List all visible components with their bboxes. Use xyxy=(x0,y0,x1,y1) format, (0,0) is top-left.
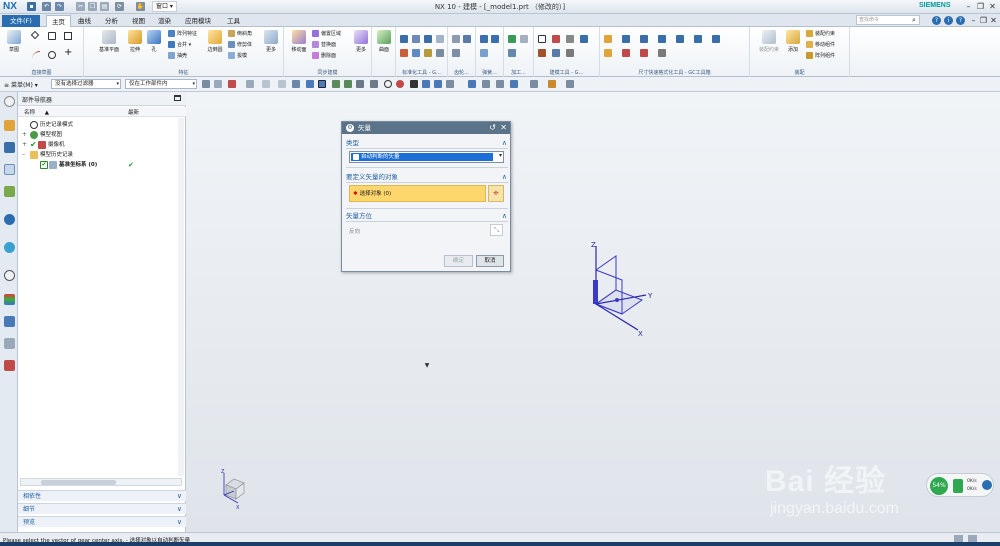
divider xyxy=(346,221,508,222)
datum-planes xyxy=(594,255,644,315)
cpu-percent-badge: 54% xyxy=(930,477,948,495)
section-object-label: 要定义矢量的对象 xyxy=(346,173,398,181)
chevron-down-icon[interactable]: ▾ xyxy=(499,152,502,159)
view-triad: Z X xyxy=(221,469,245,511)
cancel-button[interactable]: 取消 xyxy=(476,255,504,267)
select-object-field[interactable]: ✱ 选择对象 (0) xyxy=(349,185,486,202)
vector-type-value-box: 自动判断的矢量 xyxy=(351,153,493,161)
download-speed: 0K/s xyxy=(967,487,977,492)
dialog-close-icon[interactable]: ✕ xyxy=(500,122,507,134)
section-orientation-label: 矢量方位 xyxy=(346,212,372,220)
section-type-label: 类型 xyxy=(346,139,359,147)
accelerator-icon[interactable] xyxy=(982,480,992,490)
ok-button[interactable]: 确定 xyxy=(444,255,473,267)
os-taskbar xyxy=(0,542,1000,546)
point-constructor-icon[interactable]: ⌖ xyxy=(488,185,504,202)
reset-icon[interactable]: ↺ xyxy=(489,122,496,134)
divider xyxy=(346,182,508,183)
chevron-up-icon: ∧ xyxy=(501,173,507,181)
triad-x-label: X xyxy=(236,505,240,511)
baidu-watermark: Bai 经验 xyxy=(765,465,887,498)
dialog-title-bar[interactable]: ⚙ 矢量 ↺ ✕ xyxy=(342,122,510,134)
vector-type-value: 自动判断的矢量 xyxy=(361,154,400,160)
divider xyxy=(346,167,508,168)
datum-plane-xy xyxy=(594,289,644,315)
required-star-icon: ✱ xyxy=(353,191,358,197)
reverse-direction-label: 反向 xyxy=(349,229,361,235)
z-axis-label: Z xyxy=(591,241,596,249)
inferred-vector-icon xyxy=(353,154,359,160)
y-axis-label: Y xyxy=(647,292,653,300)
select-object-label: 选择对象 (0) xyxy=(359,191,392,197)
x-axis-label: X xyxy=(638,330,643,338)
upload-speed: 0K/s xyxy=(967,479,977,484)
section-object-header[interactable]: 要定义矢量的对象 ∧ xyxy=(346,172,508,182)
chevron-up-icon: ∧ xyxy=(501,212,507,220)
reverse-direction-button[interactable]: ⤡ xyxy=(490,224,503,236)
divider xyxy=(346,148,508,149)
z-axis-handle[interactable] xyxy=(593,280,598,304)
more-options-icon[interactable]: ▼ xyxy=(342,362,512,369)
dialog-gear-icon[interactable]: ⚙ xyxy=(346,124,354,132)
divider xyxy=(346,208,508,209)
section-orientation-header[interactable]: 矢量方位 ∧ xyxy=(346,211,508,221)
triad-z-label: Z xyxy=(221,469,225,475)
vector-type-select[interactable]: 自动判断的矢量 ▾ xyxy=(349,151,504,163)
baidu-watermark-url: jingyan.baidu.com xyxy=(770,500,899,517)
dialog-title: 矢量 xyxy=(358,124,371,132)
chevron-up-icon: ∧ xyxy=(501,139,507,147)
section-type-header[interactable]: 类型 ∧ xyxy=(346,138,508,148)
network-monitor[interactable]: 54% 0K/s 0K/s xyxy=(926,473,994,497)
origin-handle[interactable] xyxy=(615,298,619,302)
network-icon xyxy=(953,479,963,493)
